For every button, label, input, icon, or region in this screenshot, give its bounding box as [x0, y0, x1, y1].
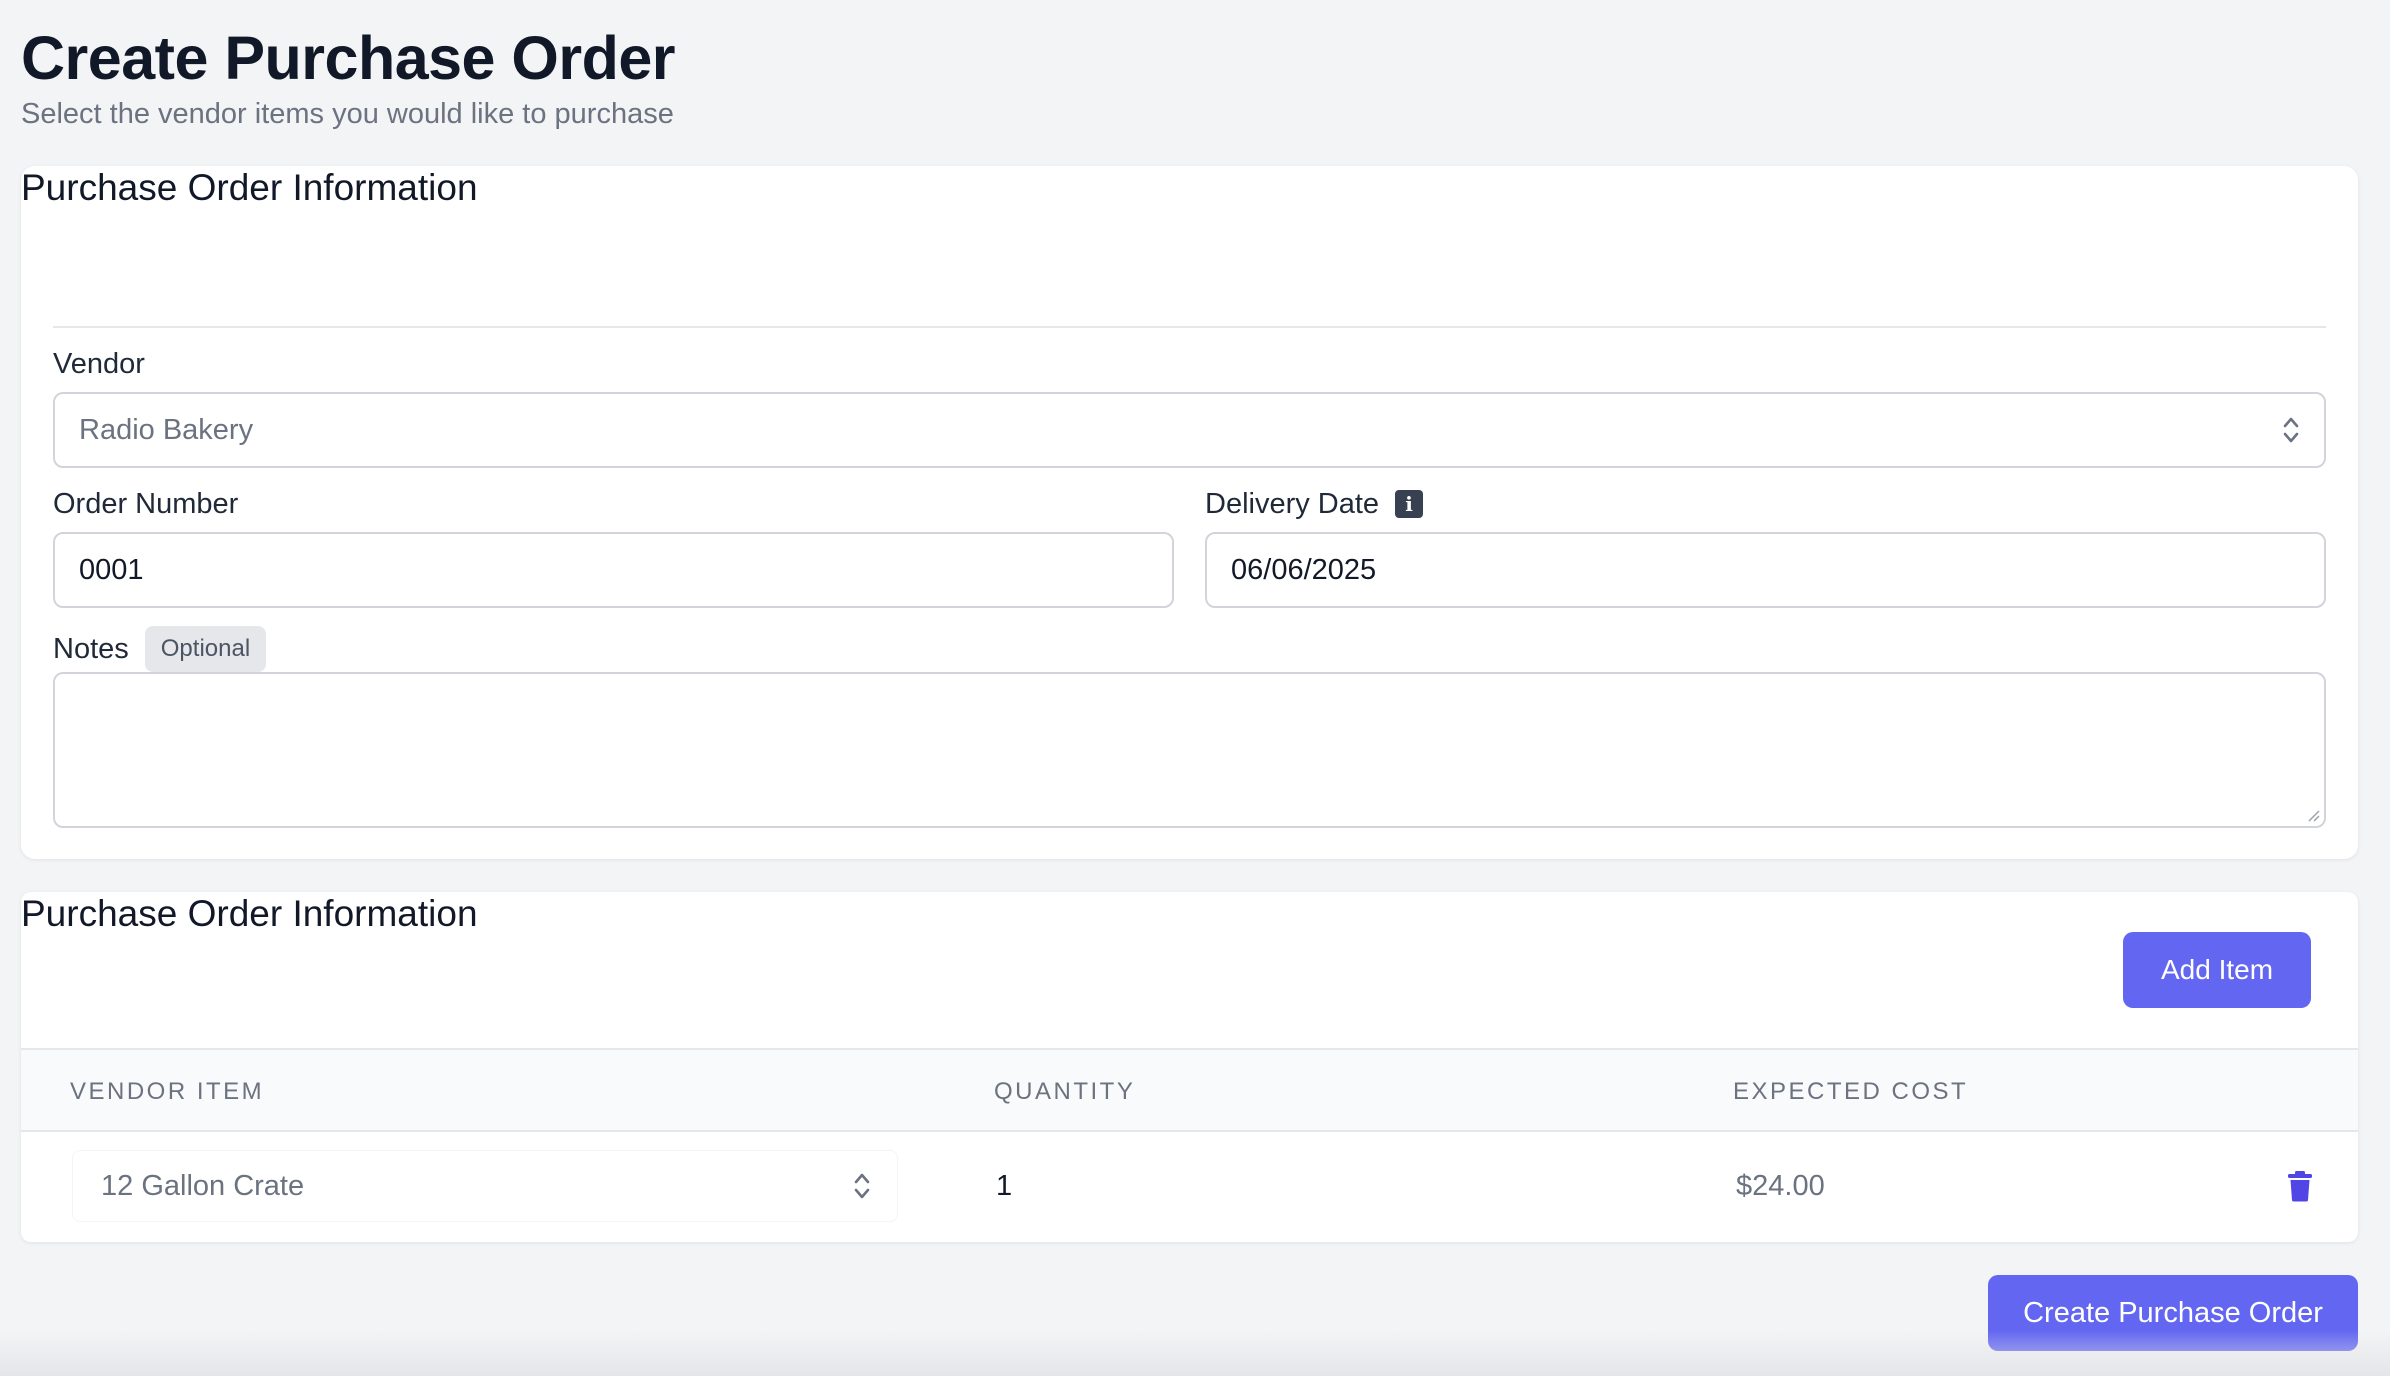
- add-item-button[interactable]: Add Item: [2123, 932, 2311, 1008]
- notes-label-text: Notes: [53, 633, 129, 665]
- trash-icon[interactable]: [2284, 1168, 2316, 1204]
- quantity-value[interactable]: 1: [996, 1168, 1012, 1204]
- order-number-value: 0001: [79, 553, 144, 586]
- info-icon[interactable]: i: [1395, 490, 1424, 518]
- column-header-vendor-item: VENDOR ITEM: [70, 1078, 265, 1105]
- vendor-item-select[interactable]: 12 Gallon Crate: [72, 1150, 898, 1222]
- table-row: 12 Gallon Crate 1 $24.00: [21, 1132, 2358, 1242]
- vendor-select-value: Radio Bakery: [79, 413, 254, 446]
- create-purchase-order-button[interactable]: Create Purchase Order: [1988, 1275, 2358, 1351]
- chevron-up-down-icon: [853, 1171, 871, 1201]
- chevron-up-down-icon: [2282, 415, 2300, 445]
- vendor-item-value: 12 Gallon Crate: [101, 1169, 305, 1202]
- page-subtitle: Select the vendor items you would like t…: [21, 98, 674, 130]
- order-number-input[interactable]: 0001: [53, 532, 1174, 608]
- delivery-date-label: Delivery Date i: [1205, 486, 1424, 522]
- delivery-date-value: 06/06/2025: [1231, 553, 1377, 586]
- notes-label: Notes Optional: [53, 626, 267, 672]
- order-number-label-text: Order Number: [53, 488, 239, 520]
- info-card-divider: [53, 326, 2326, 328]
- page-title: Create Purchase Order: [21, 24, 676, 92]
- delivery-date-label-text: Delivery Date: [1205, 488, 1380, 520]
- column-header-expected-cost: EXPECTED COST: [1733, 1078, 1969, 1105]
- notes-textarea[interactable]: [53, 672, 2326, 828]
- expected-cost-value: $24.00: [1736, 1170, 1825, 1202]
- items-table-header: VENDOR ITEM QUANTITY EXPECTED COST: [21, 1048, 2358, 1132]
- vendor-label: Vendor: [53, 346, 145, 382]
- column-header-quantity: QUANTITY: [994, 1078, 1136, 1105]
- delivery-date-input[interactable]: 06/06/2025: [1205, 532, 2326, 608]
- optional-badge: Optional: [144, 626, 267, 672]
- resize-grip-icon[interactable]: [2304, 806, 2320, 822]
- create-purchase-order-page: Create Purchase Order Select the vendor …: [0, 0, 2390, 1376]
- vendor-label-text: Vendor: [53, 348, 145, 380]
- order-number-label: Order Number: [53, 486, 238, 522]
- vendor-select[interactable]: Radio Bakery: [53, 392, 2326, 468]
